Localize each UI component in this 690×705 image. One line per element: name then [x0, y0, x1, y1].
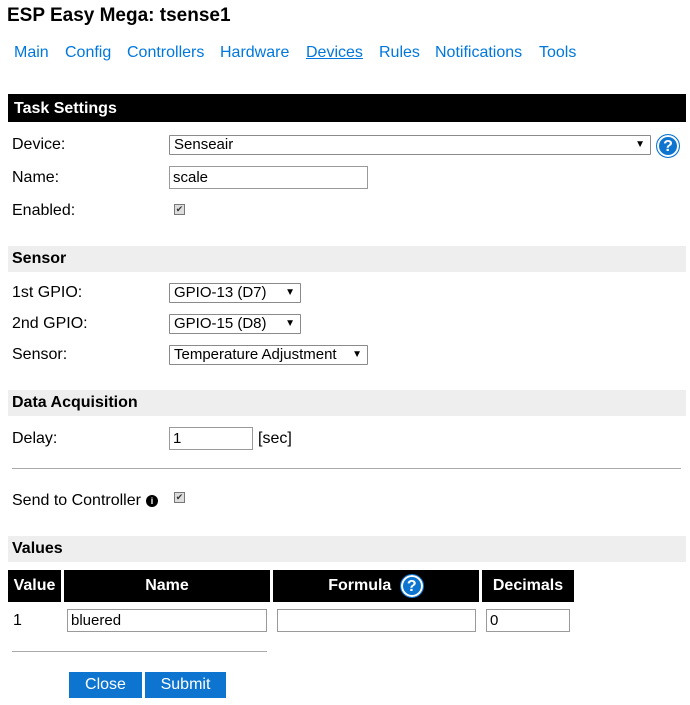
value-name-field[interactable]: bluered [67, 609, 267, 632]
column-header-value: Value [8, 570, 61, 602]
data-acquisition-header: Data Acquisition [8, 390, 686, 416]
gpio1-select[interactable]: GPIO-13 (D7) ▼ [169, 283, 301, 303]
close-button[interactable]: Close [69, 672, 142, 698]
data-acquisition-title: Data Acquisition [12, 394, 138, 411]
help-icon[interactable]: ? [399, 573, 424, 598]
column-header-name: Name [64, 570, 270, 602]
gpio1-label: 1st GPIO: [12, 284, 83, 301]
sensor-type-label: Sensor: [12, 346, 68, 363]
divider [12, 468, 681, 469]
send-to-controller-label: Send to Controller [12, 492, 141, 509]
nav-tools[interactable]: Tools [539, 44, 576, 62]
gpio2-select[interactable]: GPIO-15 (D8) ▼ [169, 314, 301, 334]
sensor-type-select-value: Temperature Adjustment [174, 346, 337, 363]
task-settings-header: Task Settings [8, 94, 686, 122]
value-formula-field[interactable] [277, 609, 476, 632]
submit-button[interactable]: Submit [145, 672, 226, 698]
page-title: ESP Easy Mega: tsense1 [7, 5, 231, 26]
column-header-decimals: Decimals [482, 570, 574, 602]
nav-controllers[interactable]: Controllers [127, 44, 204, 62]
send-to-controller-checkbox[interactable]: ✔ [174, 492, 185, 503]
nav-hardware[interactable]: Hardware [220, 44, 289, 62]
delay-unit: [sec] [258, 430, 292, 447]
delay-field[interactable]: 1 [169, 427, 253, 450]
name-field[interactable]: scale [169, 166, 368, 189]
value-index: 1 [13, 612, 22, 629]
divider [12, 651, 267, 652]
chevron-down-icon: ▼ [635, 139, 645, 150]
help-icon[interactable]: ? [656, 134, 680, 158]
enabled-checkbox[interactable]: ✔ [174, 204, 185, 215]
device-select-value: Senseair [174, 136, 234, 153]
delay-label: Delay: [12, 430, 58, 447]
value-decimals-field[interactable]: 0 [486, 609, 570, 632]
gpio1-select-value: GPIO-13 (D7) [174, 284, 267, 301]
enabled-label: Enabled: [12, 202, 76, 219]
gpio2-select-value: GPIO-15 (D8) [174, 315, 267, 332]
device-select[interactable]: Senseair ▼ [169, 135, 651, 155]
column-header-formula: Formula ? [273, 570, 479, 602]
chevron-down-icon: ▼ [285, 318, 295, 329]
task-settings-title: Task Settings [14, 100, 117, 117]
sensor-title: Sensor [12, 250, 67, 267]
sensor-type-select[interactable]: Temperature Adjustment ▼ [169, 345, 368, 365]
nav-config[interactable]: Config [65, 44, 111, 62]
sensor-header: Sensor [8, 246, 686, 272]
formula-header-label: Formula [328, 577, 392, 594]
nav-devices[interactable]: Devices [306, 44, 363, 62]
values-header: Values [8, 536, 686, 562]
chevron-down-icon: ▼ [285, 287, 295, 298]
chevron-down-icon: ▼ [352, 349, 362, 360]
nav-notifications[interactable]: Notifications [435, 44, 522, 62]
nav-main[interactable]: Main [14, 44, 49, 62]
values-title: Values [12, 540, 63, 557]
gpio2-label: 2nd GPIO: [12, 315, 88, 332]
device-label: Device: [12, 136, 66, 153]
nav-rules[interactable]: Rules [379, 44, 420, 62]
info-icon[interactable]: i [146, 495, 158, 507]
name-label: Name: [12, 169, 60, 186]
